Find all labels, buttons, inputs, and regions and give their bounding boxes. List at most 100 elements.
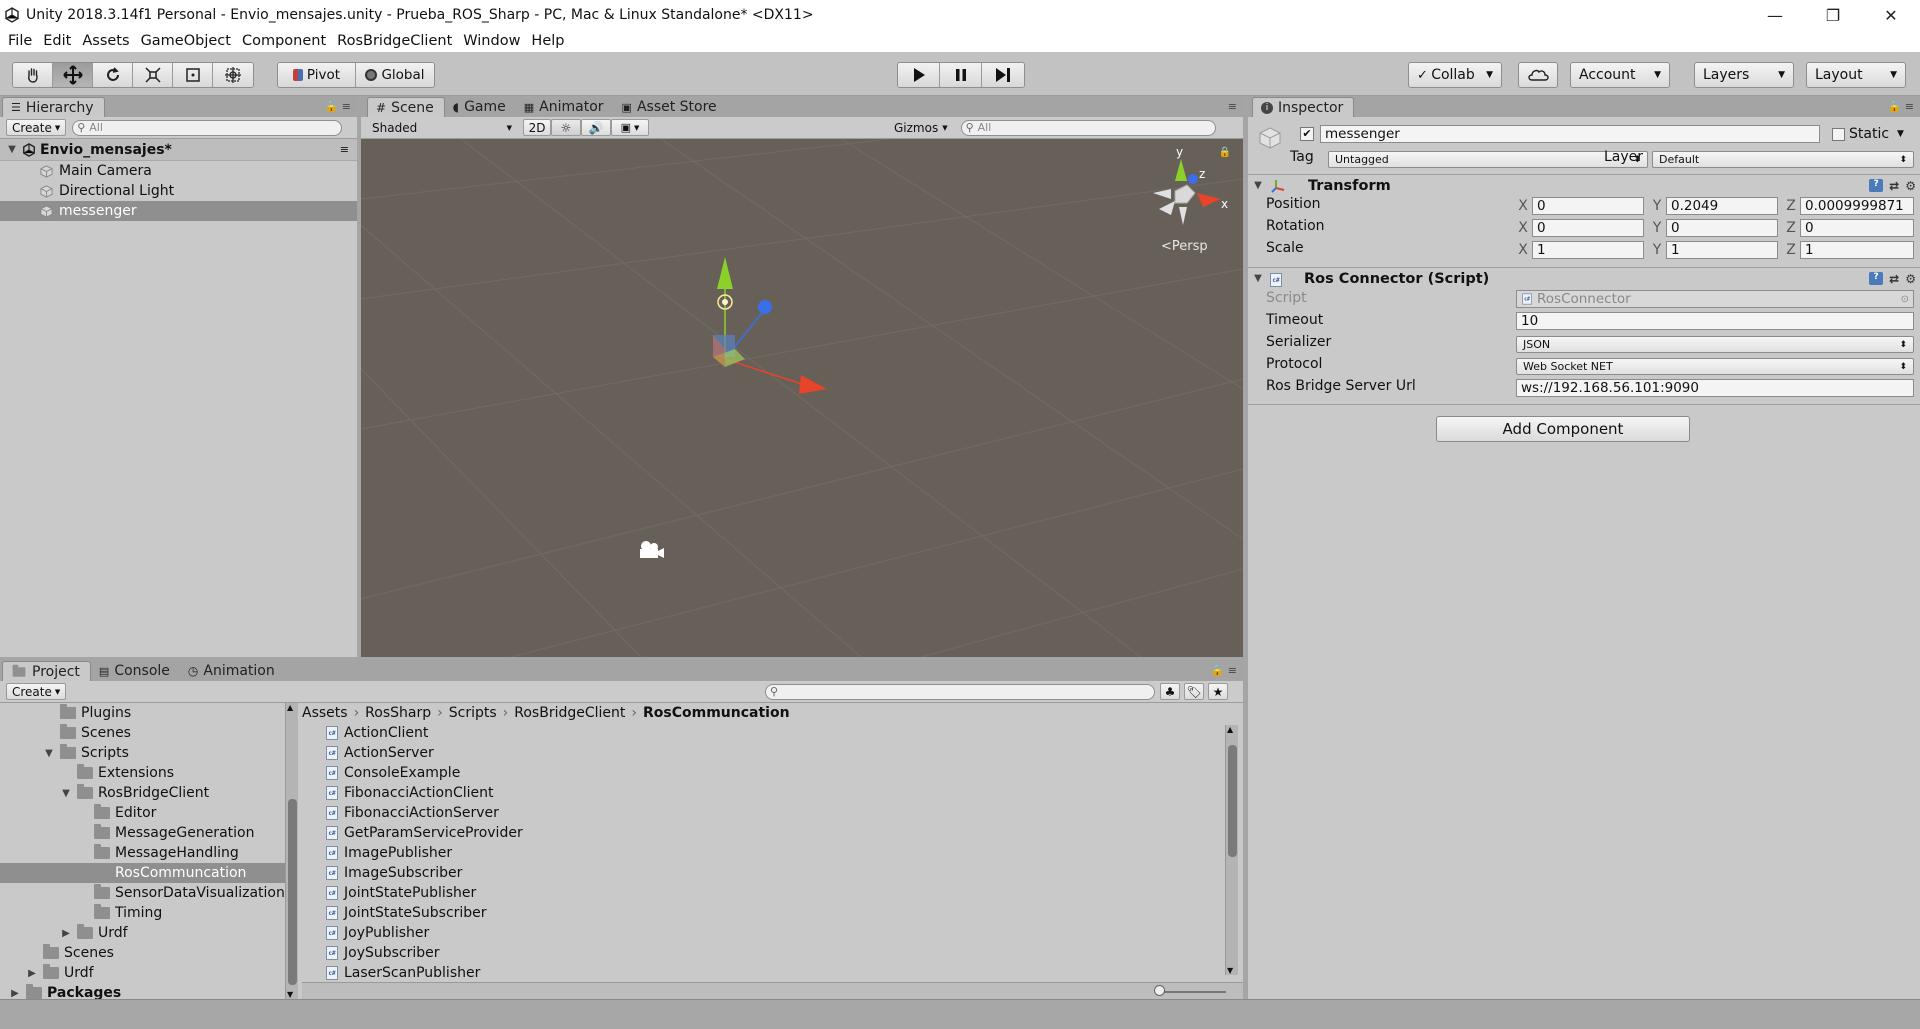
active-checkbox[interactable]: ✔ bbox=[1300, 127, 1314, 141]
folder-tree-item[interactable]: RosCommuncation bbox=[0, 863, 285, 883]
icon-size-slider[interactable] bbox=[1158, 991, 1226, 993]
tab-inspector[interactable]: i Inspector bbox=[1252, 97, 1355, 117]
perspective-toggle[interactable]: <Persp bbox=[1161, 239, 1208, 254]
lock-icon[interactable]: 🔒 bbox=[1219, 147, 1231, 158]
scrollbar-thumb[interactable] bbox=[1228, 745, 1237, 857]
position-x-field[interactable]: 0 bbox=[1532, 197, 1644, 215]
filter-type-icon[interactable]: ♣ bbox=[1160, 683, 1180, 700]
menu-gameobject[interactable]: GameObject bbox=[137, 33, 238, 49]
scrollbar-thumb[interactable] bbox=[288, 799, 297, 985]
tab-asset-store[interactable]: ▣ Asset Store bbox=[614, 97, 727, 117]
timeout-field[interactable]: 10 bbox=[1516, 312, 1914, 330]
collapse-arrow-icon[interactable]: ▼ bbox=[43, 748, 55, 759]
menu-assets[interactable]: Assets bbox=[78, 33, 136, 49]
minimize-button[interactable]: — bbox=[1746, 0, 1804, 30]
rotate-tool-button[interactable] bbox=[93, 63, 133, 87]
camera-gizmo-icon[interactable] bbox=[636, 539, 666, 561]
rotation-x-field[interactable]: 0 bbox=[1532, 219, 1644, 237]
static-checkbox[interactable] bbox=[1832, 127, 1845, 141]
transform-header[interactable]: ▼ Transform ? ⇄ ⚙ bbox=[1248, 174, 1920, 196]
rotation-y-field[interactable]: 0 bbox=[1666, 219, 1778, 237]
project-search-input[interactable]: ⚲ bbox=[765, 684, 1155, 700]
global-button[interactable]: Global bbox=[356, 63, 434, 87]
script-file-item[interactable]: c# ActionServer bbox=[302, 743, 1222, 763]
folder-tree-item[interactable]: Scenes bbox=[0, 943, 285, 963]
folder-tree-item[interactable]: ▼ RosBridgeClient bbox=[0, 783, 285, 803]
scale-tool-button[interactable] bbox=[133, 63, 173, 87]
gear-icon[interactable]: ⚙ bbox=[1905, 272, 1916, 286]
scene-viewport[interactable]: y z x 🔒 <Persp bbox=[361, 139, 1243, 657]
rect-tool-button[interactable] bbox=[173, 63, 213, 87]
script-file-item[interactable]: c# JointStatePublisher bbox=[302, 883, 1222, 903]
pivot-button[interactable]: Pivot bbox=[278, 63, 356, 87]
collapse-arrow-icon[interactable]: ▼ bbox=[1252, 273, 1264, 284]
tab-project[interactable]: Project bbox=[2, 661, 91, 681]
menu-component[interactable]: Component bbox=[238, 33, 333, 49]
preset-icon[interactable]: ⇄ bbox=[1889, 272, 1899, 286]
panel-menu-icon[interactable]: 🔒 ≡ bbox=[1211, 664, 1237, 677]
menu-edit[interactable]: Edit bbox=[39, 33, 78, 49]
collab-dropdown[interactable]: ✓ Collab ▼ bbox=[1408, 62, 1502, 88]
folder-tree-item[interactable]: Plugins bbox=[0, 703, 285, 723]
script-file-item[interactable]: c# GetParamServiceProvider bbox=[302, 823, 1222, 843]
panel-menu-icon[interactable]: 🔒 ≡ bbox=[1888, 100, 1914, 113]
folder-tree-scrollbar[interactable]: ▲ ▼ bbox=[285, 703, 298, 999]
folder-tree-item[interactable]: Extensions bbox=[0, 763, 285, 783]
rotation-z-field[interactable]: 0 bbox=[1800, 219, 1914, 237]
hierarchy-item-messenger[interactable]: messenger bbox=[0, 201, 357, 221]
effects-dropdown[interactable]: ▣ ▼ bbox=[611, 119, 649, 136]
expand-arrow-icon[interactable]: ▶ bbox=[60, 928, 72, 939]
hierarchy-search-input[interactable]: ⚲ All bbox=[72, 119, 343, 136]
layers-dropdown[interactable]: Layers ▼ bbox=[1694, 62, 1794, 88]
favorite-star-icon[interactable]: ★ bbox=[1208, 683, 1228, 700]
hierarchy-item-directional-light[interactable]: Directional Light bbox=[0, 181, 357, 201]
position-z-field[interactable]: 0.0009999871 bbox=[1800, 197, 1914, 215]
shading-mode-dropdown[interactable]: Shaded ▼ bbox=[367, 119, 517, 136]
breadcrumb-current[interactable]: RosCommuncation bbox=[643, 705, 790, 721]
cloud-button[interactable] bbox=[1518, 62, 1558, 88]
help-book-icon[interactable]: ? bbox=[1869, 178, 1884, 192]
preset-icon[interactable]: ⇄ bbox=[1889, 179, 1899, 193]
slider-handle[interactable] bbox=[1154, 985, 1165, 996]
script-file-item[interactable]: c# JoySubscriber bbox=[302, 943, 1222, 963]
folder-tree-item[interactable]: SensorDataVisualization bbox=[0, 883, 285, 903]
collapse-arrow-icon[interactable]: ▼ bbox=[60, 788, 72, 799]
collapse-arrow-icon[interactable]: ▼ bbox=[1252, 180, 1264, 191]
protocol-dropdown[interactable]: Web Socket NET ⬍ bbox=[1516, 358, 1914, 375]
create-dropdown[interactable]: Create ▼ bbox=[6, 683, 67, 700]
tab-animator[interactable]: ▦ Animator bbox=[516, 97, 614, 117]
close-button[interactable]: ✕ bbox=[1862, 0, 1920, 30]
scale-x-field[interactable]: 1 bbox=[1532, 241, 1644, 259]
folder-tree-item[interactable]: Timing bbox=[0, 903, 285, 923]
script-file-item[interactable]: c# ImageSubscriber bbox=[302, 863, 1222, 883]
filter-label-icon[interactable]: 🏷 bbox=[1184, 683, 1204, 700]
layer-dropdown[interactable]: Default ⬍ bbox=[1652, 151, 1914, 168]
scale-y-field[interactable]: 1 bbox=[1666, 241, 1778, 259]
expand-arrow-icon[interactable]: ▼ bbox=[6, 144, 18, 155]
breadcrumb-item[interactable]: RosBridgeClient bbox=[514, 705, 625, 721]
layout-dropdown[interactable]: Layout ▼ bbox=[1806, 62, 1906, 88]
step-button[interactable] bbox=[982, 63, 1024, 87]
folder-tree-item[interactable]: MessageHandling bbox=[0, 843, 285, 863]
expand-arrow-icon[interactable]: ▶ bbox=[26, 968, 38, 979]
ros-connector-header[interactable]: ▼ c# Ros Connector (Script) ? ⇄ ⚙ bbox=[1248, 267, 1920, 289]
move-tool-button[interactable] bbox=[53, 63, 93, 87]
scene-row[interactable]: ▼ Envio_mensajes* ≡ bbox=[0, 139, 357, 161]
serializer-dropdown[interactable]: JSON ⬍ bbox=[1516, 336, 1914, 353]
scene-menu-icon[interactable]: ≡ bbox=[340, 143, 349, 156]
transform-tool-button[interactable] bbox=[213, 63, 253, 87]
folder-tree-item[interactable]: Editor bbox=[0, 803, 285, 823]
object-picker-icon[interactable]: ⊙ bbox=[1901, 294, 1909, 305]
position-y-field[interactable]: 0.2049 bbox=[1666, 197, 1778, 215]
tab-hierarchy[interactable]: ☰ Hierarchy bbox=[2, 97, 105, 117]
folder-tree-item[interactable]: MessageGeneration bbox=[0, 823, 285, 843]
panel-menu-icon[interactable]: 🔒 ≡ bbox=[325, 100, 351, 113]
script-file-item[interactable]: c# FibonacciActionServer bbox=[302, 803, 1222, 823]
lighting-toggle-button[interactable]: ☼ bbox=[551, 119, 581, 136]
menu-window[interactable]: Window bbox=[459, 33, 527, 49]
script-file-item[interactable]: c# ActionClient bbox=[302, 723, 1222, 743]
menu-rosbridgeclient[interactable]: RosBridgeClient bbox=[333, 33, 459, 49]
static-toggle[interactable]: Static ▼ bbox=[1832, 126, 1904, 142]
tab-game[interactable]: ◖ Game bbox=[445, 97, 516, 117]
tag-dropdown[interactable]: Untagged ⬍ bbox=[1328, 151, 1648, 168]
